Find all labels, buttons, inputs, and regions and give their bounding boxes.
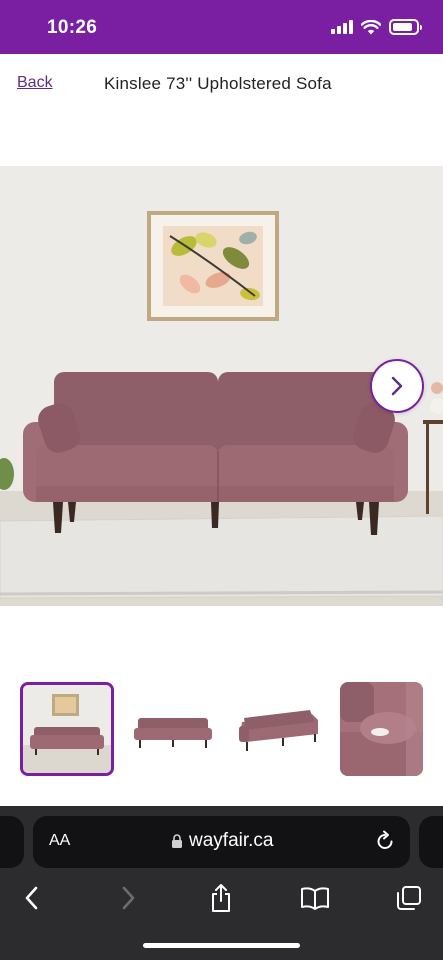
tabs-button[interactable]: [389, 880, 429, 916]
chevron-right-icon: [122, 886, 135, 910]
text-size-button[interactable]: AA: [49, 832, 70, 850]
product-title: Kinslee 73'' Upholstered Sofa: [104, 74, 332, 93]
thumbnail-image: [232, 682, 326, 776]
book-icon: [301, 887, 329, 910]
thumbnail-2[interactable]: [126, 682, 220, 776]
thumbnail-strip: [0, 682, 443, 778]
url-display[interactable]: wayfair.ca: [171, 830, 273, 852]
thumbnail-image: [23, 685, 111, 773]
lock-icon: [172, 833, 182, 848]
reload-icon: [377, 830, 393, 849]
battery-icon: [389, 19, 422, 35]
share-icon: [212, 884, 230, 912]
forward-nav-button[interactable]: [108, 880, 148, 916]
status-time: 10:26: [47, 17, 98, 38]
browser-chrome: AA wayfair.ca: [0, 806, 443, 960]
back-nav-button[interactable]: [12, 880, 52, 916]
address-bar[interactable]: AA wayfair.ca: [33, 816, 410, 868]
thumbnail-4[interactable]: [340, 682, 423, 776]
thumbnail-image: [126, 682, 220, 776]
wifi-icon: [361, 19, 381, 34]
thumbnail-1[interactable]: [20, 682, 114, 776]
share-button[interactable]: [201, 880, 241, 916]
thumbnail-image: [340, 682, 423, 776]
next-tab-peek[interactable]: [419, 816, 443, 868]
battery-level: [393, 23, 412, 31]
reload-button[interactable]: [374, 829, 396, 858]
back-link[interactable]: Back: [17, 74, 53, 92]
page-header: Back Kinslee 73'' Upholstered Sofa: [0, 54, 443, 114]
tabs-icon: [397, 886, 421, 910]
status-bar: 10:26: [0, 0, 443, 54]
url-text: wayfair.ca: [189, 830, 274, 851]
chevron-left-icon: [25, 886, 38, 910]
home-indicator[interactable]: [143, 943, 300, 948]
next-image-button[interactable]: [370, 359, 424, 413]
previous-tab-peek[interactable]: [0, 816, 24, 868]
bookmarks-button[interactable]: [295, 880, 335, 916]
browser-toolbar: [0, 878, 443, 922]
thumbnail-3[interactable]: [232, 682, 326, 776]
cellular-signal-icon: [331, 20, 353, 34]
status-icons: [331, 19, 422, 35]
chevron-right-icon: [391, 376, 403, 396]
